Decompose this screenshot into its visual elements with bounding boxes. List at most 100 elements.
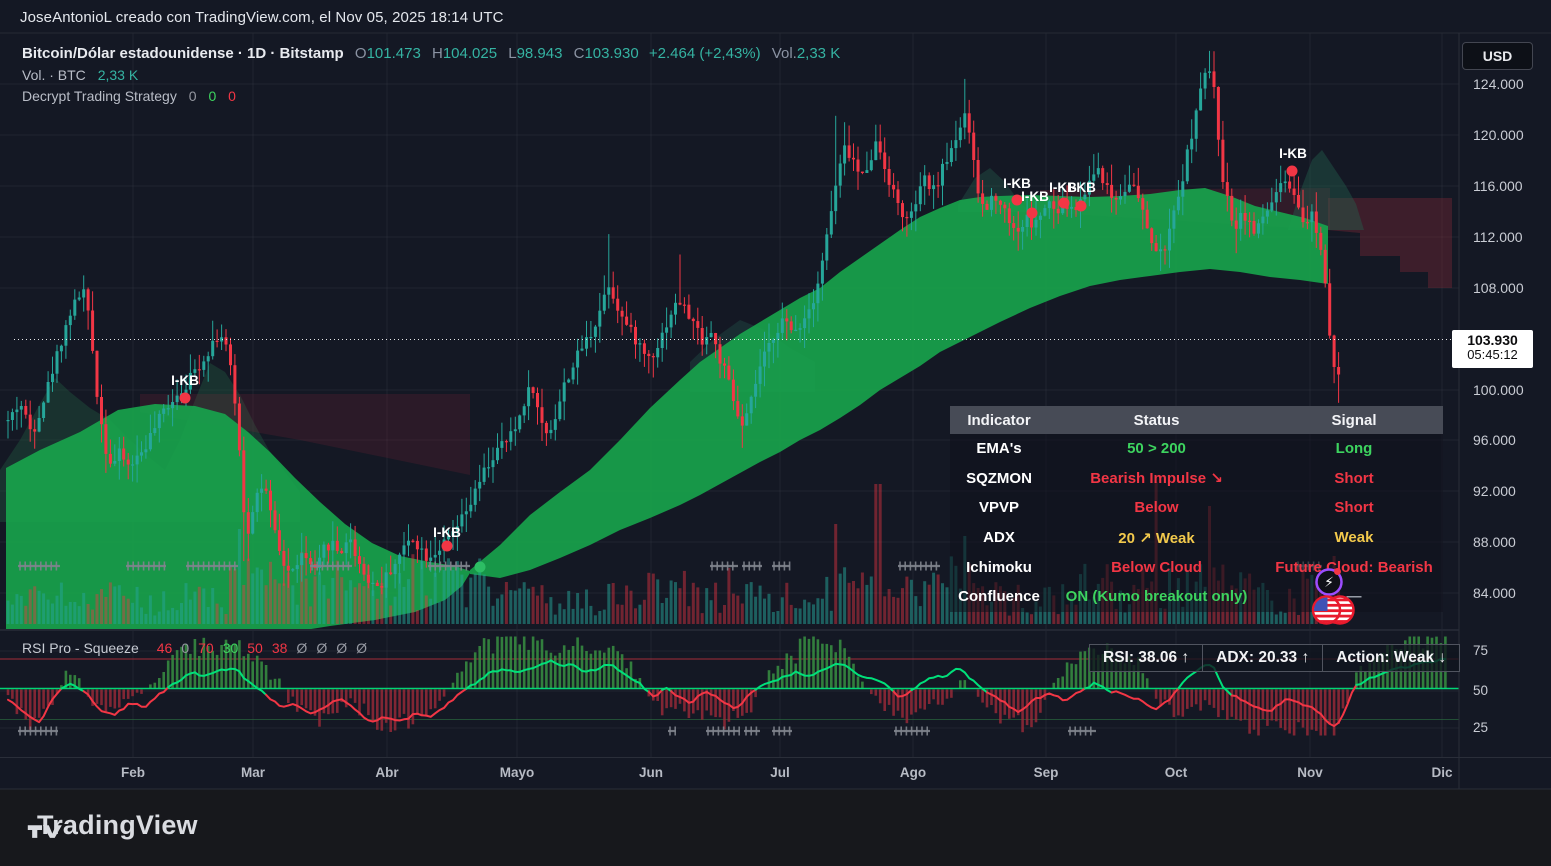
low-value: 98.943 [517, 45, 563, 62]
bar-countdown: 05:45:12 [1452, 347, 1533, 362]
strategy-value-3: 0 [228, 88, 236, 104]
tradingview-logo[interactable]: TradingView [27, 810, 198, 841]
indicator-name: EMA's [950, 440, 1048, 457]
month-label[interactable]: Oct [1165, 765, 1188, 780]
month-label[interactable]: Jul [770, 765, 790, 780]
svg-text:I-KB: I-KB [1279, 146, 1307, 161]
table-row: IchimokuBelow CloudFuture Cloud: Bearish [950, 552, 1443, 582]
volume-indicator-label[interactable]: Vol. · BTC [22, 67, 86, 83]
high-value: 104.025 [443, 45, 497, 62]
tradingview-logo-icon [27, 810, 65, 850]
rsi-legend-value: Ø [356, 640, 367, 656]
attribution-text: JoseAntonioL creado con TradingView.com,… [20, 9, 504, 26]
low-label: L [508, 45, 516, 62]
rsi-legend-value: 38 [272, 640, 288, 656]
rsi-legend-value: 70 [198, 640, 214, 656]
price-tick-label: 84.000 [1473, 585, 1543, 601]
symbol-title[interactable]: Bitcoin/Dólar estadounidense · 1D · Bits… [22, 45, 344, 62]
indicator-name: Ichimoku [950, 559, 1048, 576]
rsi-legend-value: 30 [223, 640, 239, 656]
header-signal: Signal [1265, 412, 1443, 429]
strategy-value-2: 0 [208, 88, 216, 104]
indicator-status: 20 ↗ Weak [1048, 529, 1265, 547]
month-label[interactable]: Sep [1034, 765, 1059, 780]
indicator-status: ON (Kumo breakout only) [1048, 588, 1265, 605]
current-price-value: 103.930 [1452, 332, 1533, 348]
table-row: VPVPBelowShort [950, 493, 1443, 523]
price-tick-label: 112.000 [1473, 229, 1543, 245]
indicator-name: SQZMON [950, 470, 1048, 487]
table-row: EMA's50 > 200Long [950, 434, 1443, 464]
table-row: ConfluenceON (Kumo breakout only)— [950, 582, 1443, 612]
rsi-legend-value: Ø [336, 640, 347, 656]
month-label[interactable]: Dic [1431, 765, 1452, 780]
indicator-status: 50 > 200 [1048, 440, 1265, 457]
indicator-name: ADX [950, 529, 1048, 546]
open-value: 101.473 [367, 45, 421, 62]
volume-label: Vol. [772, 45, 797, 62]
header-indicator: Indicator [950, 412, 1048, 429]
month-label[interactable]: Mar [241, 765, 265, 780]
table-row: SQZMONBearish Impulse ↘Short [950, 464, 1443, 494]
month-label[interactable]: Mayo [500, 765, 535, 780]
price-tick-label: 96.000 [1473, 432, 1543, 448]
signal-table-body: EMA's50 > 200LongSQZMONBearish Impulse ↘… [950, 434, 1443, 612]
svg-text:I-KB: I-KB [1068, 180, 1096, 195]
signal-table: Indicator Status Signal EMA's50 > 200Lon… [950, 406, 1443, 612]
indicator-signal: Short [1265, 470, 1443, 487]
rsi-legend-value: 50 [247, 640, 263, 656]
price-tick-label: 124.000 [1473, 76, 1543, 92]
month-label[interactable]: Abr [375, 765, 398, 780]
indicator-name: VPVP [950, 499, 1048, 516]
symbol-legend[interactable]: Bitcoin/Dólar estadounidense · 1D · Bits… [22, 45, 840, 62]
rsi-tick-label: 50 [1473, 683, 1513, 698]
rsi-tick-label: 75 [1473, 643, 1513, 658]
price-tick-label: 100.000 [1473, 382, 1543, 398]
price-tick-label: 116.000 [1473, 178, 1543, 194]
rsi-indicator-legend[interactable]: RSI Pro - Squeeze46070305038ØØØØ [22, 640, 367, 656]
close-label: C [574, 45, 585, 62]
indicator-signal: Short [1265, 499, 1443, 516]
indicator-signal: Weak [1265, 529, 1443, 546]
currency-toggle-button[interactable]: USD [1462, 42, 1533, 70]
rsi-indicator-title[interactable]: RSI Pro - Squeeze [22, 640, 139, 656]
strategy-label[interactable]: Decrypt Trading Strategy [22, 88, 177, 104]
rsi-legend-value: Ø [296, 640, 307, 656]
price-tick-label: 88.000 [1473, 534, 1543, 550]
header-status: Status [1048, 412, 1265, 429]
indicator-name: Confluence [950, 588, 1048, 605]
price-tick-label: 120.000 [1473, 127, 1543, 143]
indicator-status: Below Cloud [1048, 559, 1265, 576]
indicator-signal: — [1265, 588, 1443, 605]
current-price-label: 103.930 05:45:12 [1452, 330, 1533, 368]
month-label[interactable]: Ago [900, 765, 926, 780]
svg-text:I-KB: I-KB [433, 525, 461, 540]
rsi-tick-label: 25 [1473, 720, 1513, 735]
rsi-legend-value: 46 [157, 640, 173, 656]
rsi-legend-value: Ø [316, 640, 327, 656]
table-row: ADX20 ↗ WeakWeak [950, 523, 1443, 553]
change-value: +2.464 (+2,43%) [649, 45, 761, 62]
open-label: O [355, 45, 367, 62]
close-value: 103.930 [584, 45, 638, 62]
month-label[interactable]: Jun [639, 765, 663, 780]
rsi-indicator-values: 46070305038ØØØØ [148, 640, 367, 656]
month-label[interactable]: Nov [1297, 765, 1323, 780]
chart-window: I-KBI-KBI-KBI-KBI-KBI-KBI-KB JoseAntonio… [0, 0, 1551, 866]
volume-value: 2,33 K [797, 45, 840, 62]
status-badges: RSI: 38.06 ↑ ADX: 20.33 ↑ Action: Weak ↓ [1090, 644, 1460, 672]
signal-table-header: Indicator Status Signal [950, 406, 1443, 434]
price-tick-label: 92.000 [1473, 483, 1543, 499]
adx-badge: ADX: 20.33 ↑ [1202, 644, 1323, 672]
month-label[interactable]: Feb [121, 765, 145, 780]
high-label: H [432, 45, 443, 62]
rsi-legend-value: 0 [181, 640, 189, 656]
indicator-status: Below [1048, 499, 1265, 516]
rsi-badge: RSI: 38.06 ↑ [1089, 644, 1203, 672]
volume-legend[interactable]: Vol. · BTC 2,33 K [22, 67, 138, 83]
volume-indicator-value: 2,33 K [98, 67, 138, 83]
indicator-status: Bearish Impulse ↘ [1048, 469, 1265, 487]
strategy-legend[interactable]: Decrypt Trading Strategy 0 0 0 [22, 88, 236, 104]
indicator-signal: Long [1265, 440, 1443, 457]
strategy-value-1: 0 [189, 88, 197, 104]
